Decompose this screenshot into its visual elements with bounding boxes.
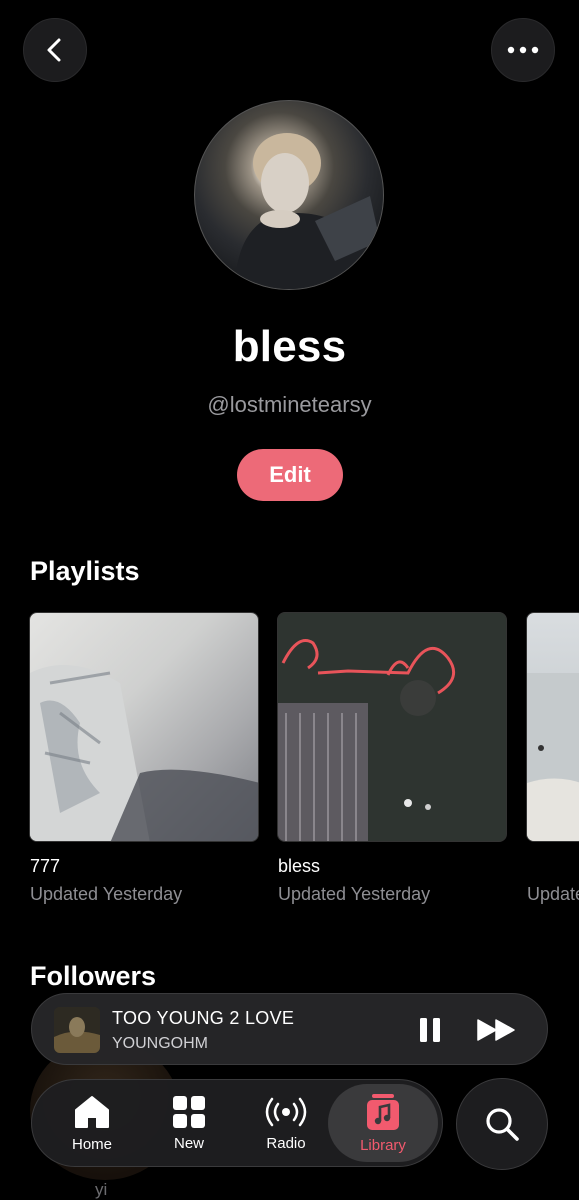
search-button[interactable] [456, 1078, 548, 1170]
tab-library-label: Library [360, 1136, 406, 1154]
fast-forward-icon [477, 1019, 515, 1041]
tab-home-label: Home [71, 1135, 112, 1153]
search-icon [486, 1108, 519, 1141]
tab-home[interactable]: Home [44, 1080, 140, 1166]
playlist-subtitle-2: Updated Yesterday [278, 884, 431, 904]
follower-name: yi [95, 1180, 108, 1199]
avatar-photo [235, 133, 380, 289]
playlist-title-1: 777 [30, 856, 61, 876]
profile-handle: @lostminetearsy [207, 392, 372, 417]
tab-library[interactable]: Library [328, 1084, 438, 1162]
playlist-cover-1 [30, 665, 258, 841]
playlist-card-2[interactable] [277, 612, 507, 842]
radio-waves-icon [265, 1097, 307, 1126]
playlist-card-3[interactable] [526, 612, 579, 842]
chevron-left-icon [47, 38, 61, 62]
back-button[interactable] [23, 18, 87, 82]
tab-bar: Home New Radio Library [31, 1079, 443, 1167]
now-playing-title: TOO YOUNG 2 LOVE [112, 1008, 295, 1028]
profile-name: bless [232, 322, 347, 371]
followers-heading: Followers [30, 961, 157, 991]
playlist-card-1[interactable] [29, 612, 259, 842]
playlist-subtitle-3: Updated Yesterday [527, 884, 579, 904]
playlist-cover-3 [527, 673, 579, 841]
playlist-title-2: bless [278, 856, 321, 876]
ellipsis-icon [507, 46, 539, 54]
mini-player[interactable]: TOO YOUNG 2 LOVE YOUNGOHM [31, 993, 548, 1065]
next-button[interactable] [477, 1018, 517, 1042]
playlist-subtitle-1: Updated Yesterday [30, 884, 183, 904]
tab-radio-label: Radio [266, 1134, 306, 1152]
playlist-cover-2 [278, 613, 506, 841]
tab-new-label: New [173, 1134, 204, 1152]
playlists-heading: Playlists [30, 556, 140, 586]
music-note-icon [367, 1093, 399, 1130]
tab-new[interactable]: New [141, 1080, 237, 1166]
now-playing-artist: YOUNGOHM [112, 1035, 208, 1052]
pause-icon [420, 1018, 440, 1042]
avatar[interactable] [194, 100, 384, 290]
grid-icon [173, 1095, 205, 1128]
house-icon [75, 1095, 109, 1128]
pause-button[interactable] [418, 1016, 442, 1044]
edit-button[interactable]: Edit [237, 449, 343, 501]
more-button[interactable] [491, 18, 555, 82]
now-playing-artwork [54, 1007, 100, 1053]
tab-radio[interactable]: Radio [238, 1080, 334, 1166]
